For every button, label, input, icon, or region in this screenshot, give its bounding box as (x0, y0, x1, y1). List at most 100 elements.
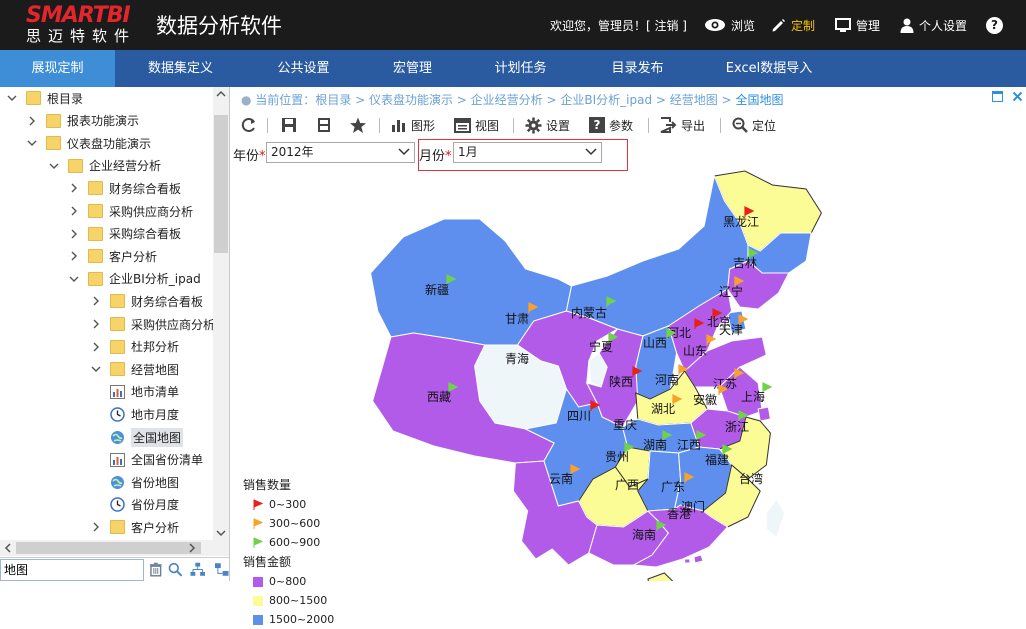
hierarchy-icon[interactable] (190, 562, 206, 577)
province-label: 青海 (505, 351, 529, 366)
export-button[interactable]: 导出 (660, 115, 705, 135)
breadcrumb-path[interactable]: 根目录 > 仪表盘功能演示 > 企业经营分析 > 企业BI分析_ipad > 经… (315, 93, 735, 107)
browse-button[interactable]: 浏览 (704, 14, 755, 36)
graph-button[interactable]: 图形 (391, 115, 435, 135)
province-region[interactable] (693, 554, 704, 564)
chevron-down-icon[interactable] (26, 137, 38, 149)
search-icon[interactable] (168, 562, 183, 577)
month-value: 1月 (458, 145, 478, 159)
tree-vertical-scroll-thumb[interactable] (214, 115, 228, 253)
locate-tree-icon[interactable] (214, 562, 229, 577)
tree-item[interactable]: 采购综合看板 (68, 223, 181, 245)
month-select[interactable]: 1月 (453, 142, 602, 163)
table-report-icon (110, 452, 125, 467)
tree-item[interactable]: 省份地图 (110, 471, 179, 493)
chevron-right-icon[interactable] (68, 205, 80, 217)
nav-item-excel-import[interactable]: Excel数据导入 (704, 50, 834, 87)
personal-settings-button[interactable]: 个人设置 (900, 14, 967, 36)
tree-item[interactable]: 财务综合看板 (90, 290, 203, 312)
chevron-right-icon[interactable] (90, 318, 102, 330)
nav-item-macro[interactable]: 宏管理 (355, 50, 470, 87)
chevron-down-icon[interactable] (68, 273, 80, 285)
month-label: 月份* (419, 149, 452, 164)
tree-item[interactable]: 杜邦分析 (90, 336, 179, 358)
tree-item[interactable]: 省份月度 (110, 494, 179, 516)
save-as-button[interactable] (316, 115, 336, 135)
legend-amt-title: 销售金额 (243, 555, 292, 569)
refresh-icon (241, 118, 255, 132)
tree-item-label: 仪表盘功能演示 (67, 136, 152, 151)
settings-button[interactable]: 设置 (525, 115, 570, 135)
help-button[interactable]: ? (986, 14, 1003, 36)
tree-item[interactable]: 客户分析 (68, 245, 157, 267)
nav-item-public-settings[interactable]: 公共设置 (246, 50, 361, 87)
manage-button[interactable]: 管理 (835, 14, 880, 36)
province-region[interactable] (765, 498, 786, 538)
chevron-down-icon[interactable] (48, 160, 60, 172)
monitor-icon (835, 17, 851, 32)
legend-qty-item: 0~300 (243, 495, 334, 514)
flag-icon (253, 517, 263, 529)
chevron-right-icon[interactable] (90, 521, 102, 533)
province-label: 上海 (741, 389, 765, 404)
province-region[interactable] (684, 558, 691, 564)
tree-item[interactable]: 地市清单 (110, 381, 179, 403)
view-button[interactable]: 视图 (454, 115, 499, 135)
province-region[interactable] (647, 572, 674, 594)
maximize-icon[interactable] (992, 91, 1003, 102)
tree-horizontal-scroll-thumb[interactable] (16, 542, 201, 554)
params-button[interactable]: ? 参数 (589, 115, 633, 135)
tree-item[interactable]: 经营地图 (90, 358, 179, 380)
save-button[interactable] (281, 115, 301, 135)
tree-horizontal-scrollbar[interactable] (0, 540, 229, 556)
tree-item[interactable]: 采购供应商分析 (68, 200, 193, 222)
chevron-right-icon[interactable] (90, 295, 102, 307)
province-label: 西藏 (427, 390, 451, 404)
locate-button[interactable]: 定位 (732, 115, 776, 135)
province-label: 黑龙江 (723, 215, 759, 229)
tree-item[interactable]: 客户分析 (90, 516, 179, 538)
chevron-right-icon[interactable] (68, 250, 80, 262)
scroll-up-icon[interactable] (213, 87, 229, 101)
tree-item[interactable]: 全国地图 (110, 426, 184, 448)
welcome-logout-link[interactable]: 欢迎您，管理员！[ 注销 ] (550, 17, 687, 34)
scroll-right-icon[interactable] (186, 541, 198, 555)
close-icon[interactable] (1012, 91, 1023, 102)
legend-amt-label: 0~800 (269, 575, 307, 588)
tree-item[interactable]: 财务综合看板 (68, 177, 181, 199)
tree-search-input[interactable] (0, 558, 144, 581)
chevron-down-icon[interactable] (90, 363, 102, 375)
nav-item-schedule[interactable]: 计划任务 (463, 50, 578, 87)
tree-item-label: 全国地图 (131, 427, 184, 447)
refresh-button[interactable] (241, 115, 261, 135)
breadcrumb-prefix: 当前位置： (255, 93, 316, 107)
folder-icon (46, 113, 61, 128)
legend-qty-item: 300~600 (243, 514, 334, 533)
favorite-button[interactable] (349, 115, 371, 135)
tree-item[interactable]: 仪表盘功能演示 (26, 132, 151, 154)
tree-item[interactable]: 根目录 (6, 87, 83, 109)
chevron-right-icon[interactable] (68, 182, 80, 194)
chevron-right-icon[interactable] (26, 115, 38, 127)
tree-item[interactable]: 地市月度 (110, 403, 179, 425)
scroll-left-icon[interactable] (2, 541, 14, 555)
customize-button[interactable]: 定制 (771, 14, 815, 36)
tree-item[interactable]: 企业经营分析 (48, 155, 161, 177)
scroll-down-icon[interactable] (213, 526, 229, 540)
nav-item-dataset[interactable]: 数据集定义 (123, 50, 238, 87)
nav-item-display-custom[interactable]: 展现定制 (0, 50, 115, 87)
tree-item[interactable]: 全国省份清单 (110, 449, 203, 471)
chevron-right-icon[interactable] (90, 341, 102, 353)
tree-item[interactable]: 报表功能演示 (26, 110, 139, 132)
tree-item[interactable]: 企业BI分析_ipad (68, 268, 201, 290)
tree-item-label: 地市月度 (131, 407, 180, 422)
trash-icon[interactable] (149, 562, 163, 577)
tree-vertical-scrollbar[interactable] (213, 87, 229, 540)
tree-item[interactable]: 采购供应商分析 (90, 313, 213, 335)
chevron-down-icon[interactable] (6, 92, 18, 104)
chevron-right-icon[interactable] (68, 228, 80, 240)
province-region[interactable] (757, 406, 771, 422)
year-select[interactable]: 2012年 (266, 142, 415, 163)
nav-item-catalog-publish[interactable]: 目录发布 (580, 50, 695, 87)
main-nav: 展现定制 数据集定义 公共设置 宏管理 计划任务 目录发布 Excel数据导入 (0, 50, 1026, 87)
